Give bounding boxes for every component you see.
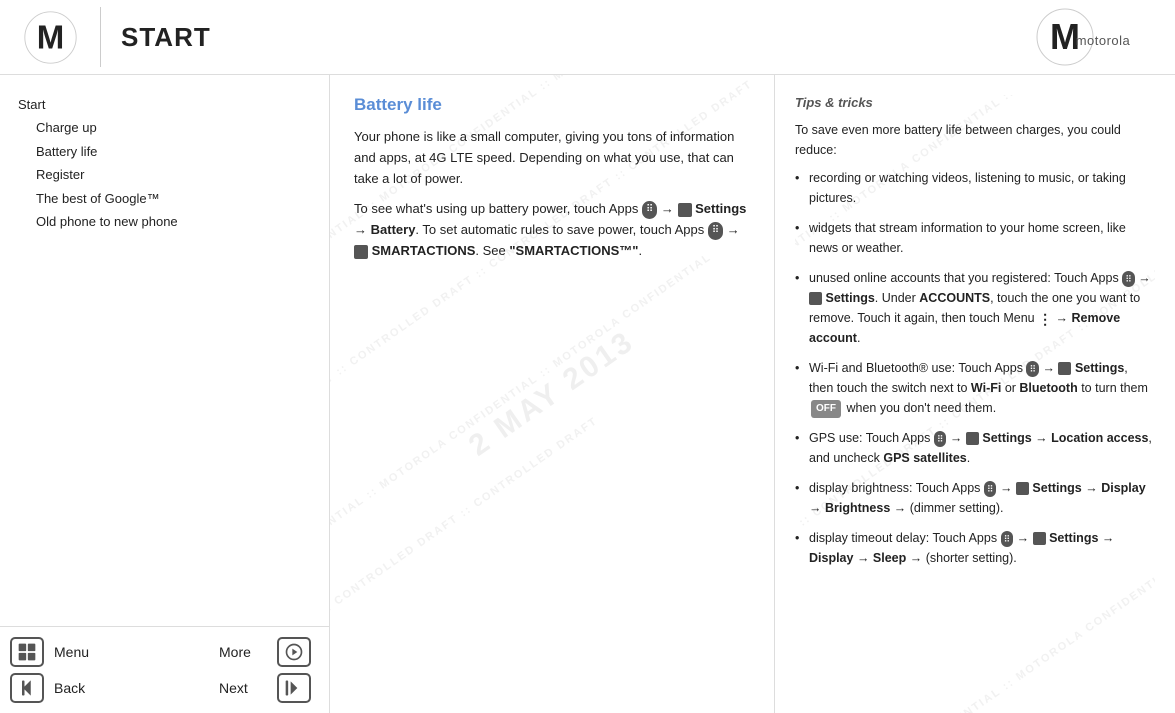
menu-label: Menu xyxy=(54,644,104,660)
svg-text:motorola: motorola xyxy=(1076,33,1131,48)
sidebar-item-battery-life[interactable]: Battery life xyxy=(18,140,329,163)
content-area: 2 MAY 2013 MOTOROLA CONFIDENTIAL :: MOTO… xyxy=(330,75,1175,713)
back-row: Back Next xyxy=(10,673,311,703)
menu-button[interactable] xyxy=(10,637,44,667)
sidebar-bottom-nav: Menu More xyxy=(0,626,329,713)
back-label: Back xyxy=(54,680,104,696)
next-button[interactable] xyxy=(277,673,311,703)
sidebar: Start Charge up Battery life Register Th… xyxy=(0,75,330,713)
header-divider xyxy=(100,7,101,67)
tips-item-4: GPS use: Touch Apps ⠿ → Settings → Locat… xyxy=(795,428,1155,468)
tips-item-5: display brightness: Touch Apps ⠿ → Setti… xyxy=(795,478,1155,518)
tips-item-2: unused online accounts that you register… xyxy=(795,268,1155,348)
sidebar-item-google[interactable]: The best of Google™ xyxy=(18,187,329,210)
sidebar-item-register[interactable]: Register xyxy=(18,163,329,186)
main-layout: Start Charge up Battery life Register Th… xyxy=(0,75,1175,713)
main-content-panel: 2 MAY 2013 MOTOROLA CONFIDENTIAL :: MOTO… xyxy=(330,75,775,713)
motorola-wordmark: M motorola xyxy=(1035,7,1155,67)
back-button[interactable] xyxy=(10,673,44,703)
battery-para-1: Your phone is like a small computer, giv… xyxy=(354,127,750,189)
tips-section-title: Tips & tricks xyxy=(795,95,1155,110)
more-label: More xyxy=(219,644,269,660)
motorola-logo: M xyxy=(20,7,80,67)
tips-list: recording or watching videos, listening … xyxy=(795,168,1155,568)
next-section: Next xyxy=(219,673,311,703)
tips-panel: MOTOROLA CONFIDENTIAL :: MOTOROLA CONFID… xyxy=(775,75,1175,713)
tips-body: To save even more battery life between c… xyxy=(795,120,1155,568)
next-label: Next xyxy=(219,680,269,696)
sidebar-nav: Start Charge up Battery life Register Th… xyxy=(0,75,329,626)
svg-text:M: M xyxy=(36,18,64,55)
watermark-date: 2 MAY 2013 xyxy=(463,325,641,464)
more-button[interactable] xyxy=(277,637,311,667)
menu-row: Menu More xyxy=(10,637,311,667)
battery-life-body: Your phone is like a small computer, giv… xyxy=(354,127,750,262)
sidebar-item-charge-up[interactable]: Charge up xyxy=(18,116,329,139)
tips-item-0: recording or watching videos, listening … xyxy=(795,168,1155,208)
sidebar-item-start[interactable]: Start xyxy=(18,93,329,116)
battery-life-title: Battery life xyxy=(354,95,750,115)
tips-item-1: widgets that stream information to your … xyxy=(795,218,1155,258)
page-title: START xyxy=(121,22,211,53)
more-section: More xyxy=(219,637,311,667)
tips-item-6: display timeout delay: Touch Apps ⠿ → Se… xyxy=(795,528,1155,568)
header: M START M motorola xyxy=(0,0,1175,75)
sidebar-item-old-phone[interactable]: Old phone to new phone xyxy=(18,210,329,233)
battery-para-2: To see what's using up battery power, to… xyxy=(354,199,750,261)
toggle-off-icon: OFF xyxy=(811,400,841,418)
tips-intro: To save even more battery life between c… xyxy=(795,120,1155,160)
tips-item-3: Wi-Fi and Bluetooth® use: Touch Apps ⠿ →… xyxy=(795,358,1155,418)
